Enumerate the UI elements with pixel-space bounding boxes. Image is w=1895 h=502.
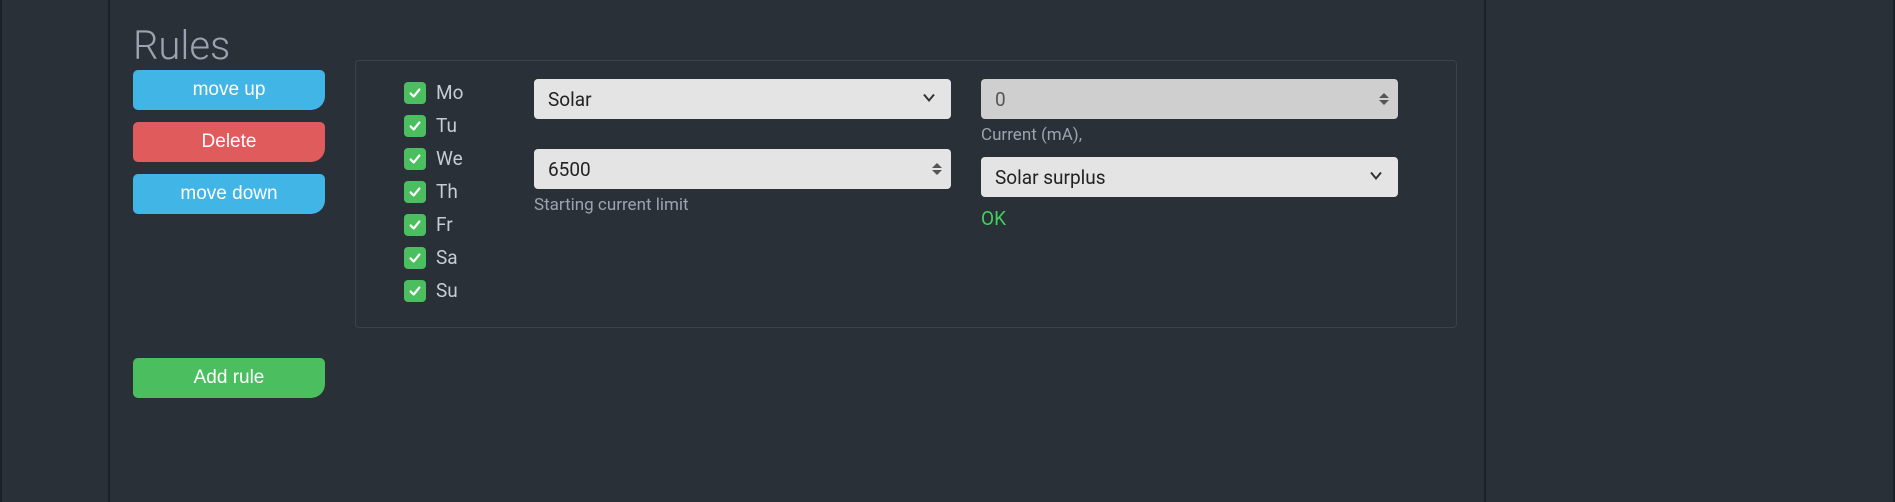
day-checkbox-tu[interactable]	[404, 115, 426, 137]
delete-button[interactable]: Delete	[133, 122, 325, 162]
day-label-tu: Tu	[436, 114, 457, 137]
rules-heading: Rules	[133, 22, 230, 69]
add-rule-button[interactable]: Add rule	[133, 358, 325, 398]
chevron-down-icon	[1368, 166, 1384, 189]
move-down-button[interactable]: move down	[133, 174, 325, 214]
spinner-up-button[interactable]	[1379, 93, 1389, 98]
spinner-up-button[interactable]	[932, 163, 942, 168]
day-label-sa: Sa	[436, 246, 458, 269]
day-checkbox-mo[interactable]	[404, 82, 426, 104]
day-checkbox-we[interactable]	[404, 148, 426, 170]
current-ma-label: Current (mA),	[981, 125, 1398, 145]
status-ok: OK	[981, 207, 1398, 230]
day-checkbox-su[interactable]	[404, 280, 426, 302]
current-ma-input[interactable]: 0	[981, 79, 1398, 119]
day-label-th: Th	[436, 180, 458, 203]
mode-select[interactable]: Solar	[534, 79, 951, 119]
day-label-su: Su	[436, 279, 458, 302]
day-checkbox-th[interactable]	[404, 181, 426, 203]
rule-panel: Mo Tu We Th	[355, 60, 1457, 328]
surplus-select[interactable]: Solar surplus	[981, 157, 1398, 197]
rule-actions: move up Delete move down	[133, 70, 325, 214]
days-column: Mo Tu We Th	[404, 79, 504, 302]
day-label-mo: Mo	[436, 81, 463, 104]
spinner-down-button[interactable]	[1379, 100, 1389, 105]
spinner-icon	[1376, 86, 1392, 112]
starting-current-helper: Starting current limit	[534, 195, 951, 215]
move-up-button[interactable]: move up	[133, 70, 325, 110]
day-label-fr: Fr	[436, 213, 453, 236]
spinner-down-button[interactable]	[932, 170, 942, 175]
day-checkbox-fr[interactable]	[404, 214, 426, 236]
surplus-select-value: Solar surplus	[995, 166, 1106, 189]
spinner-icon	[929, 156, 945, 182]
starting-current-input[interactable]: 6500	[534, 149, 951, 189]
day-checkbox-sa[interactable]	[404, 247, 426, 269]
starting-current-value: 6500	[548, 158, 591, 181]
current-ma-value: 0	[995, 88, 1006, 111]
chevron-down-icon	[921, 88, 937, 111]
day-label-we: We	[436, 147, 463, 170]
mode-select-value: Solar	[548, 88, 592, 111]
